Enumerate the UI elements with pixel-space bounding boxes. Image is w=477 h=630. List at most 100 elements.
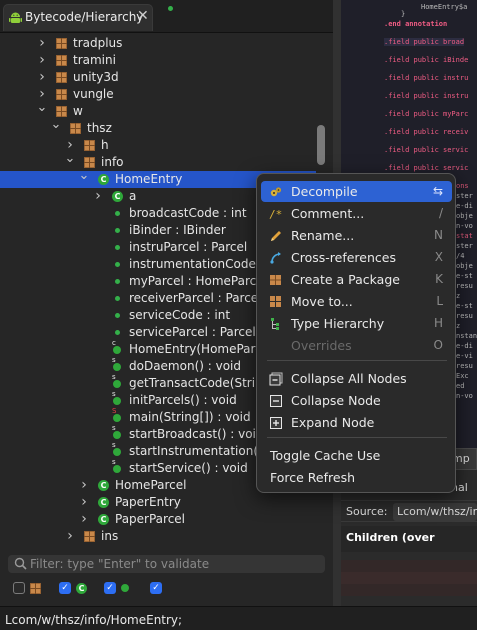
tab-bytecode-hierarchy[interactable]: Bytecode/Hierarchy ✕ bbox=[3, 4, 153, 31]
filter-input[interactable] bbox=[30, 555, 320, 573]
overrides-icon bbox=[269, 339, 283, 353]
field-icon bbox=[115, 296, 120, 301]
method-icon bbox=[113, 380, 121, 388]
field-icon bbox=[115, 211, 120, 216]
code-fragment: obje bbox=[456, 262, 473, 270]
menu-item-expand-node[interactable]: Expand Node bbox=[261, 412, 452, 433]
tree-row-label: info bbox=[101, 155, 124, 169]
chevron-right-icon[interactable]: › bbox=[92, 188, 104, 205]
menu-item-cross-references[interactable]: Cross-references X bbox=[261, 247, 452, 268]
tree-row[interactable]: › C PaperParcel bbox=[0, 511, 316, 528]
children-row[interactable] bbox=[341, 584, 477, 596]
shortcut-key: K bbox=[435, 272, 443, 286]
modifier-mark-icon: s bbox=[112, 356, 116, 364]
code-fragment: z bbox=[456, 322, 461, 330]
code-line: HomeEntry$a bbox=[421, 3, 468, 11]
menu-item-label: Collapse Node bbox=[291, 393, 381, 408]
tree-row-label: HomeParcel bbox=[115, 478, 187, 492]
code-fragment: stat bbox=[456, 232, 473, 240]
menu-item-collapse-all-nodes[interactable]: Collapse All Nodes bbox=[261, 368, 452, 389]
chevron-right-icon[interactable]: › bbox=[64, 528, 76, 543]
package-icon bbox=[84, 140, 95, 151]
chevron-down-icon[interactable]: ⌄ bbox=[78, 169, 90, 188]
tree-row-label: main(String[]) : void bbox=[129, 410, 251, 424]
chevron-right-icon[interactable]: › bbox=[78, 477, 90, 494]
menu-item-type-hierarchy[interactable]: Type Hierarchy H bbox=[261, 313, 452, 334]
chevron-right-icon[interactable]: › bbox=[36, 52, 48, 69]
menu-item-label: Overrides bbox=[291, 338, 352, 353]
field-icon bbox=[115, 228, 120, 233]
tree-row[interactable]: ⌄ info bbox=[0, 152, 316, 171]
tree-row[interactable]: › C PaperEntry bbox=[0, 494, 316, 511]
search-icon bbox=[14, 557, 27, 570]
menu-separator bbox=[267, 437, 447, 438]
chevron-down-icon[interactable]: ⌄ bbox=[50, 118, 62, 137]
menu-item-move-to[interactable]: Move to... L bbox=[261, 291, 452, 312]
tree-row-label: doDaemon() : void bbox=[129, 359, 242, 373]
rename-icon bbox=[269, 229, 283, 243]
close-icon[interactable]: ✕ bbox=[137, 9, 149, 23]
menu-separator bbox=[267, 360, 447, 361]
code-line: .field public receiv bbox=[384, 128, 469, 136]
source-field[interactable]: Lcom/w/thsz/in bbox=[393, 503, 477, 521]
tree-row-label: broadcastCode : int bbox=[129, 206, 247, 220]
chevron-down-icon[interactable]: ⌄ bbox=[36, 101, 48, 120]
code-fragment: ster bbox=[456, 192, 473, 200]
menu-item-overrides: Overrides O bbox=[261, 335, 452, 356]
menu-item-rename[interactable]: Rename... N bbox=[261, 225, 452, 246]
show-packages-checkbox[interactable] bbox=[13, 582, 25, 594]
class-icon: C bbox=[98, 514, 109, 525]
tree-row[interactable]: ⌄ w bbox=[0, 101, 316, 120]
tree-row[interactable]: › h bbox=[0, 137, 316, 154]
code-fragment: e-st bbox=[456, 272, 473, 280]
tree-row[interactable]: › ins bbox=[0, 528, 316, 543]
chevron-right-icon[interactable]: › bbox=[36, 35, 48, 52]
tree-scrollbar[interactable] bbox=[317, 125, 325, 165]
children-row[interactable] bbox=[341, 572, 477, 584]
menu-item-comment[interactable]: /* Comment... / bbox=[261, 203, 452, 224]
show-classes-checkbox[interactable]: ✓ bbox=[59, 582, 71, 594]
show-methods-checkbox[interactable]: ✓ bbox=[104, 582, 116, 594]
menu-item-force-refresh[interactable]: Force Refresh bbox=[261, 467, 452, 488]
menu-item-create-a-package[interactable]: Create a Package K bbox=[261, 269, 452, 290]
modifier-mark-icon: S bbox=[112, 407, 117, 415]
package-icon bbox=[70, 123, 81, 134]
code-fragment: ons bbox=[456, 182, 469, 190]
chevron-right-icon[interactable]: › bbox=[36, 69, 48, 86]
code-fragment: e-di bbox=[456, 202, 473, 210]
tree-row-label: instruParcel : Parcel bbox=[129, 240, 248, 254]
tree-row[interactable]: › tramini bbox=[0, 52, 316, 69]
chevron-right-icon[interactable]: › bbox=[78, 511, 90, 528]
field-icon bbox=[115, 279, 120, 284]
tree-row[interactable]: › unity3d bbox=[0, 69, 316, 86]
shortcut-key: O bbox=[433, 338, 443, 352]
package-icon bbox=[56, 89, 67, 100]
collapse-node-icon bbox=[269, 394, 283, 408]
tree-row-label: thsz bbox=[87, 121, 112, 135]
modifier-mark-icon: s bbox=[112, 458, 116, 466]
tree-row[interactable]: ⌄ thsz bbox=[0, 118, 316, 137]
code-fragment: z bbox=[456, 292, 461, 300]
android-icon bbox=[9, 12, 22, 23]
code-fragment: Exc bbox=[456, 372, 469, 380]
chevron-right-icon[interactable]: › bbox=[78, 494, 90, 511]
tree-row-label: vungle bbox=[73, 87, 114, 101]
show-fields-checkbox[interactable]: ✓ bbox=[150, 582, 162, 594]
menu-item-label: Create a Package bbox=[291, 272, 400, 287]
chevron-down-icon[interactable]: ⌄ bbox=[64, 152, 76, 171]
tree-row-label: a bbox=[129, 189, 137, 203]
decompile-icon bbox=[269, 185, 283, 199]
menu-item-label: Type Hierarchy bbox=[291, 316, 385, 331]
tree-row[interactable]: › vungle bbox=[0, 86, 316, 103]
menu-item-toggle-cache-use[interactable]: Toggle Cache Use bbox=[261, 445, 452, 466]
field-icon bbox=[115, 313, 120, 318]
menu-item-label: Cross-references bbox=[291, 250, 396, 265]
tree-row[interactable]: › tradplus bbox=[0, 35, 316, 52]
status-bar: Lcom/w/thsz/info/HomeEntry; bbox=[0, 606, 477, 630]
menu-item-label: Move to... bbox=[291, 294, 353, 309]
code-line: .field public instru bbox=[384, 92, 469, 100]
menu-item-decompile[interactable]: Decompile ⇆ bbox=[261, 181, 452, 202]
children-row[interactable] bbox=[341, 560, 477, 572]
modifier-mark-icon: s bbox=[112, 373, 116, 381]
menu-item-collapse-node[interactable]: Collapse Node bbox=[261, 390, 452, 411]
